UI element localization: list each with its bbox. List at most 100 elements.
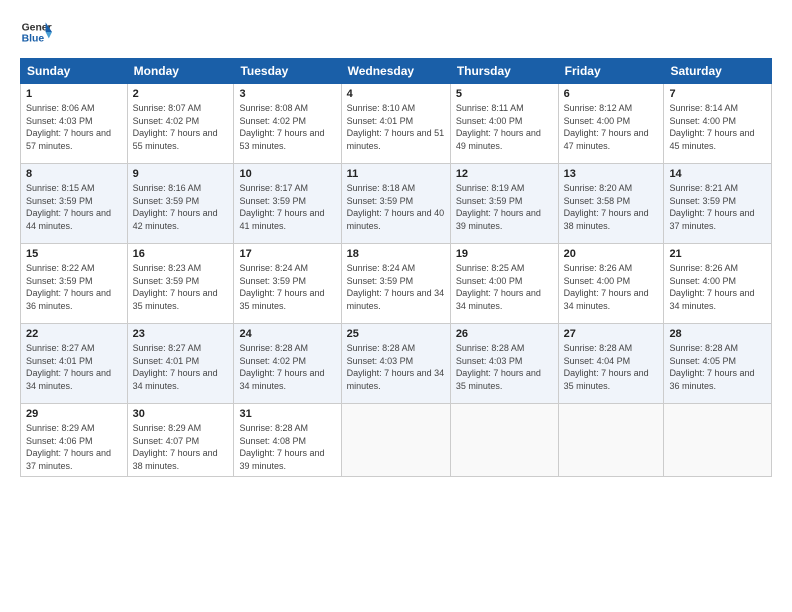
day-number: 29	[26, 408, 122, 420]
sunset: Sunset: 3:59 PM	[26, 276, 93, 286]
calendar-cell: 13 Sunrise: 8:20 AM Sunset: 3:58 PM Dayl…	[558, 164, 664, 244]
sunrise: Sunrise: 8:28 AM	[669, 343, 738, 353]
daylight: Daylight: 7 hours and 35 minutes.	[456, 368, 541, 391]
header: General Blue	[20, 16, 772, 48]
sunrise: Sunrise: 8:28 AM	[564, 343, 633, 353]
sunset: Sunset: 4:03 PM	[347, 356, 414, 366]
sunrise: Sunrise: 8:07 AM	[133, 103, 202, 113]
day-info: Sunrise: 8:23 AM Sunset: 3:59 PM Dayligh…	[133, 262, 229, 312]
day-number: 15	[26, 248, 122, 260]
calendar-cell: 24 Sunrise: 8:28 AM Sunset: 4:02 PM Dayl…	[234, 324, 341, 404]
daylight: Daylight: 7 hours and 55 minutes.	[133, 128, 218, 151]
day-info: Sunrise: 8:07 AM Sunset: 4:02 PM Dayligh…	[133, 102, 229, 152]
calendar-cell: 27 Sunrise: 8:28 AM Sunset: 4:04 PM Dayl…	[558, 324, 664, 404]
day-info: Sunrise: 8:26 AM Sunset: 4:00 PM Dayligh…	[564, 262, 659, 312]
sunset: Sunset: 4:02 PM	[239, 356, 306, 366]
day-info: Sunrise: 8:26 AM Sunset: 4:00 PM Dayligh…	[669, 262, 766, 312]
calendar-cell: 29 Sunrise: 8:29 AM Sunset: 4:06 PM Dayl…	[21, 404, 128, 477]
weekday-thursday: Thursday	[450, 59, 558, 84]
day-info: Sunrise: 8:28 AM Sunset: 4:03 PM Dayligh…	[456, 342, 553, 392]
calendar-cell	[558, 404, 664, 477]
weekday-friday: Friday	[558, 59, 664, 84]
sunset: Sunset: 3:59 PM	[347, 196, 414, 206]
day-info: Sunrise: 8:28 AM Sunset: 4:02 PM Dayligh…	[239, 342, 335, 392]
sunrise: Sunrise: 8:28 AM	[239, 423, 308, 433]
weekday-wednesday: Wednesday	[341, 59, 450, 84]
sunset: Sunset: 3:59 PM	[133, 196, 200, 206]
day-info: Sunrise: 8:10 AM Sunset: 4:01 PM Dayligh…	[347, 102, 445, 152]
svg-text:Blue: Blue	[22, 34, 45, 45]
sunset: Sunset: 4:00 PM	[456, 276, 523, 286]
day-number: 7	[669, 88, 766, 100]
day-info: Sunrise: 8:14 AM Sunset: 4:00 PM Dayligh…	[669, 102, 766, 152]
calendar-cell: 18 Sunrise: 8:24 AM Sunset: 3:59 PM Dayl…	[341, 244, 450, 324]
calendar-cell: 10 Sunrise: 8:17 AM Sunset: 3:59 PM Dayl…	[234, 164, 341, 244]
sunset: Sunset: 4:05 PM	[669, 356, 736, 366]
day-number: 22	[26, 328, 122, 340]
day-number: 19	[456, 248, 553, 260]
sunset: Sunset: 3:59 PM	[456, 196, 523, 206]
sunrise: Sunrise: 8:28 AM	[347, 343, 416, 353]
calendar-cell: 3 Sunrise: 8:08 AM Sunset: 4:02 PM Dayli…	[234, 84, 341, 164]
sunrise: Sunrise: 8:15 AM	[26, 183, 95, 193]
calendar-cell	[341, 404, 450, 477]
day-number: 14	[669, 168, 766, 180]
sunrise: Sunrise: 8:18 AM	[347, 183, 416, 193]
calendar-cell	[450, 404, 558, 477]
day-number: 20	[564, 248, 659, 260]
sunset: Sunset: 3:59 PM	[133, 276, 200, 286]
calendar-cell: 4 Sunrise: 8:10 AM Sunset: 4:01 PM Dayli…	[341, 84, 450, 164]
sunrise: Sunrise: 8:29 AM	[133, 423, 202, 433]
day-number: 5	[456, 88, 553, 100]
sunrise: Sunrise: 8:11 AM	[456, 103, 524, 113]
daylight: Daylight: 7 hours and 51 minutes.	[347, 128, 445, 151]
day-number: 23	[133, 328, 229, 340]
calendar-cell: 31 Sunrise: 8:28 AM Sunset: 4:08 PM Dayl…	[234, 404, 341, 477]
daylight: Daylight: 7 hours and 34 minutes.	[564, 288, 649, 311]
day-info: Sunrise: 8:18 AM Sunset: 3:59 PM Dayligh…	[347, 182, 445, 232]
weekday-sunday: Sunday	[21, 59, 128, 84]
day-number: 21	[669, 248, 766, 260]
sunset: Sunset: 3:58 PM	[564, 196, 631, 206]
calendar-cell: 20 Sunrise: 8:26 AM Sunset: 4:00 PM Dayl…	[558, 244, 664, 324]
calendar-cell: 14 Sunrise: 8:21 AM Sunset: 3:59 PM Dayl…	[664, 164, 772, 244]
sunset: Sunset: 4:03 PM	[456, 356, 523, 366]
day-number: 27	[564, 328, 659, 340]
calendar-cell: 22 Sunrise: 8:27 AM Sunset: 4:01 PM Dayl…	[21, 324, 128, 404]
page: General Blue SundayMondayTuesdayWednesda…	[0, 0, 792, 612]
day-number: 17	[239, 248, 335, 260]
calendar-cell: 30 Sunrise: 8:29 AM Sunset: 4:07 PM Dayl…	[127, 404, 234, 477]
daylight: Daylight: 7 hours and 49 minutes.	[456, 128, 541, 151]
daylight: Daylight: 7 hours and 34 minutes.	[347, 288, 445, 311]
sunrise: Sunrise: 8:20 AM	[564, 183, 633, 193]
logo-icon: General Blue	[20, 16, 52, 48]
sunset: Sunset: 4:01 PM	[347, 116, 414, 126]
day-number: 8	[26, 168, 122, 180]
day-number: 25	[347, 328, 445, 340]
sunrise: Sunrise: 8:29 AM	[26, 423, 95, 433]
daylight: Daylight: 7 hours and 57 minutes.	[26, 128, 111, 151]
sunset: Sunset: 4:00 PM	[669, 116, 736, 126]
daylight: Daylight: 7 hours and 47 minutes.	[564, 128, 649, 151]
daylight: Daylight: 7 hours and 34 minutes.	[456, 288, 541, 311]
sunrise: Sunrise: 8:24 AM	[239, 263, 308, 273]
daylight: Daylight: 7 hours and 34 minutes.	[347, 368, 445, 391]
calendar-cell: 8 Sunrise: 8:15 AM Sunset: 3:59 PM Dayli…	[21, 164, 128, 244]
sunrise: Sunrise: 8:26 AM	[564, 263, 633, 273]
daylight: Daylight: 7 hours and 40 minutes.	[347, 208, 445, 231]
day-info: Sunrise: 8:27 AM Sunset: 4:01 PM Dayligh…	[133, 342, 229, 392]
calendar-cell: 17 Sunrise: 8:24 AM Sunset: 3:59 PM Dayl…	[234, 244, 341, 324]
daylight: Daylight: 7 hours and 37 minutes.	[669, 208, 754, 231]
sunset: Sunset: 4:00 PM	[564, 116, 631, 126]
sunset: Sunset: 4:01 PM	[133, 356, 200, 366]
sunset: Sunset: 3:59 PM	[26, 196, 93, 206]
sunrise: Sunrise: 8:22 AM	[26, 263, 95, 273]
sunrise: Sunrise: 8:12 AM	[564, 103, 633, 113]
day-number: 18	[347, 248, 445, 260]
sunset: Sunset: 4:00 PM	[456, 116, 523, 126]
daylight: Daylight: 7 hours and 35 minutes.	[133, 288, 218, 311]
day-number: 6	[564, 88, 659, 100]
day-info: Sunrise: 8:29 AM Sunset: 4:06 PM Dayligh…	[26, 422, 122, 472]
sunrise: Sunrise: 8:19 AM	[456, 183, 525, 193]
sunset: Sunset: 4:00 PM	[669, 276, 736, 286]
